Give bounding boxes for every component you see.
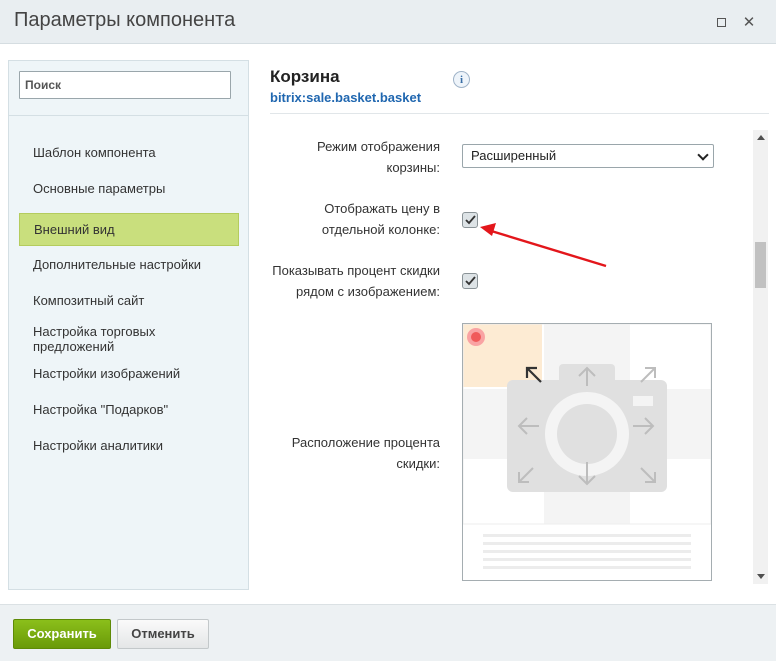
sidebar-item-label: Настройки аналитики: [33, 438, 164, 453]
sidebar-item-label: Композитный сайт: [33, 293, 145, 308]
checkmark-icon: [465, 215, 476, 225]
maximize-icon[interactable]: [713, 14, 729, 30]
position-grid-icon: [462, 323, 712, 569]
close-icon[interactable]: ✕: [741, 14, 757, 31]
sidebar-item-appearance[interactable]: Внешний вид: [19, 213, 239, 246]
sidebar-item-label: Настройка торговых предложений: [33, 324, 156, 354]
sidebar-item-label: Настройки изображений: [33, 366, 181, 381]
sidebar-item-analytics[interactable]: Настройки аналитики: [19, 431, 239, 467]
component-header: Корзина bitrix:sale.basket.basket: [270, 67, 421, 105]
dialog-titlebar: Параметры компонента ✕: [0, 0, 776, 44]
search-input[interactable]: [19, 71, 231, 99]
chevron-down-icon: [697, 149, 709, 161]
display-mode-label: Режим отображения корзины:: [317, 139, 440, 175]
component-title: Корзина: [270, 67, 340, 86]
scrollbar-track[interactable]: [753, 130, 768, 584]
show-price-column-checkbox[interactable]: [462, 212, 478, 228]
sidebar-item-label: Шаблон компонента: [33, 145, 156, 160]
sidebar-menu: Шаблон компонента Основные параметры Вне…: [19, 141, 239, 467]
discount-position-label: Расположение процента скидки:: [291, 435, 440, 471]
sidebar-item-label: Основные параметры: [33, 181, 166, 196]
show-discount-percent-checkbox[interactable]: [462, 273, 478, 289]
cancel-button[interactable]: Отменить: [117, 619, 209, 649]
sidebar-divider: [9, 115, 248, 116]
discount-position-picker[interactable]: [462, 323, 712, 581]
sidebar-item-template[interactable]: Шаблон компонента: [19, 141, 239, 177]
sidebar-item-label: Внешний вид: [34, 222, 115, 237]
scrollbar-thumb[interactable]: [755, 242, 766, 288]
scroll-up-icon[interactable]: [757, 135, 765, 140]
sidebar: Шаблон компонента Основные параметры Вне…: [8, 60, 249, 590]
show-discount-percent-label: Показывать процент скидки рядом с изобра…: [272, 263, 440, 299]
sidebar-item-label: Настройка "Подарков": [33, 402, 169, 417]
sidebar-item-offers[interactable]: Настройка торговых предложений: [19, 318, 239, 359]
dialog-title: Параметры компонента: [14, 9, 236, 31]
annotation-arrow-icon: [480, 223, 607, 268]
sidebar-item-additional[interactable]: Дополнительные настройки: [19, 246, 239, 282]
info-icon[interactable]: i: [453, 71, 470, 88]
display-mode-value: Расширенный: [471, 148, 557, 163]
checkmark-icon: [465, 276, 476, 286]
save-button[interactable]: Сохранить: [13, 619, 111, 649]
sidebar-item-label: Дополнительные настройки: [33, 257, 202, 272]
dialog-footer: Сохранить Отменить: [0, 604, 776, 661]
show-price-column-label: Отображать цену в отдельной колонке:: [321, 201, 440, 237]
scroll-down-icon[interactable]: [757, 574, 765, 579]
sidebar-item-composite[interactable]: Композитный сайт: [19, 282, 239, 318]
component-code: bitrix:sale.basket.basket: [270, 90, 422, 105]
sidebar-item-gifts[interactable]: Настройка "Подарков": [19, 395, 239, 431]
header-divider: [270, 113, 769, 114]
sidebar-item-basic-params[interactable]: Основные параметры: [19, 177, 239, 213]
display-mode-select[interactable]: Расширенный: [462, 144, 714, 168]
sidebar-item-images[interactable]: Настройки изображений: [19, 359, 239, 395]
